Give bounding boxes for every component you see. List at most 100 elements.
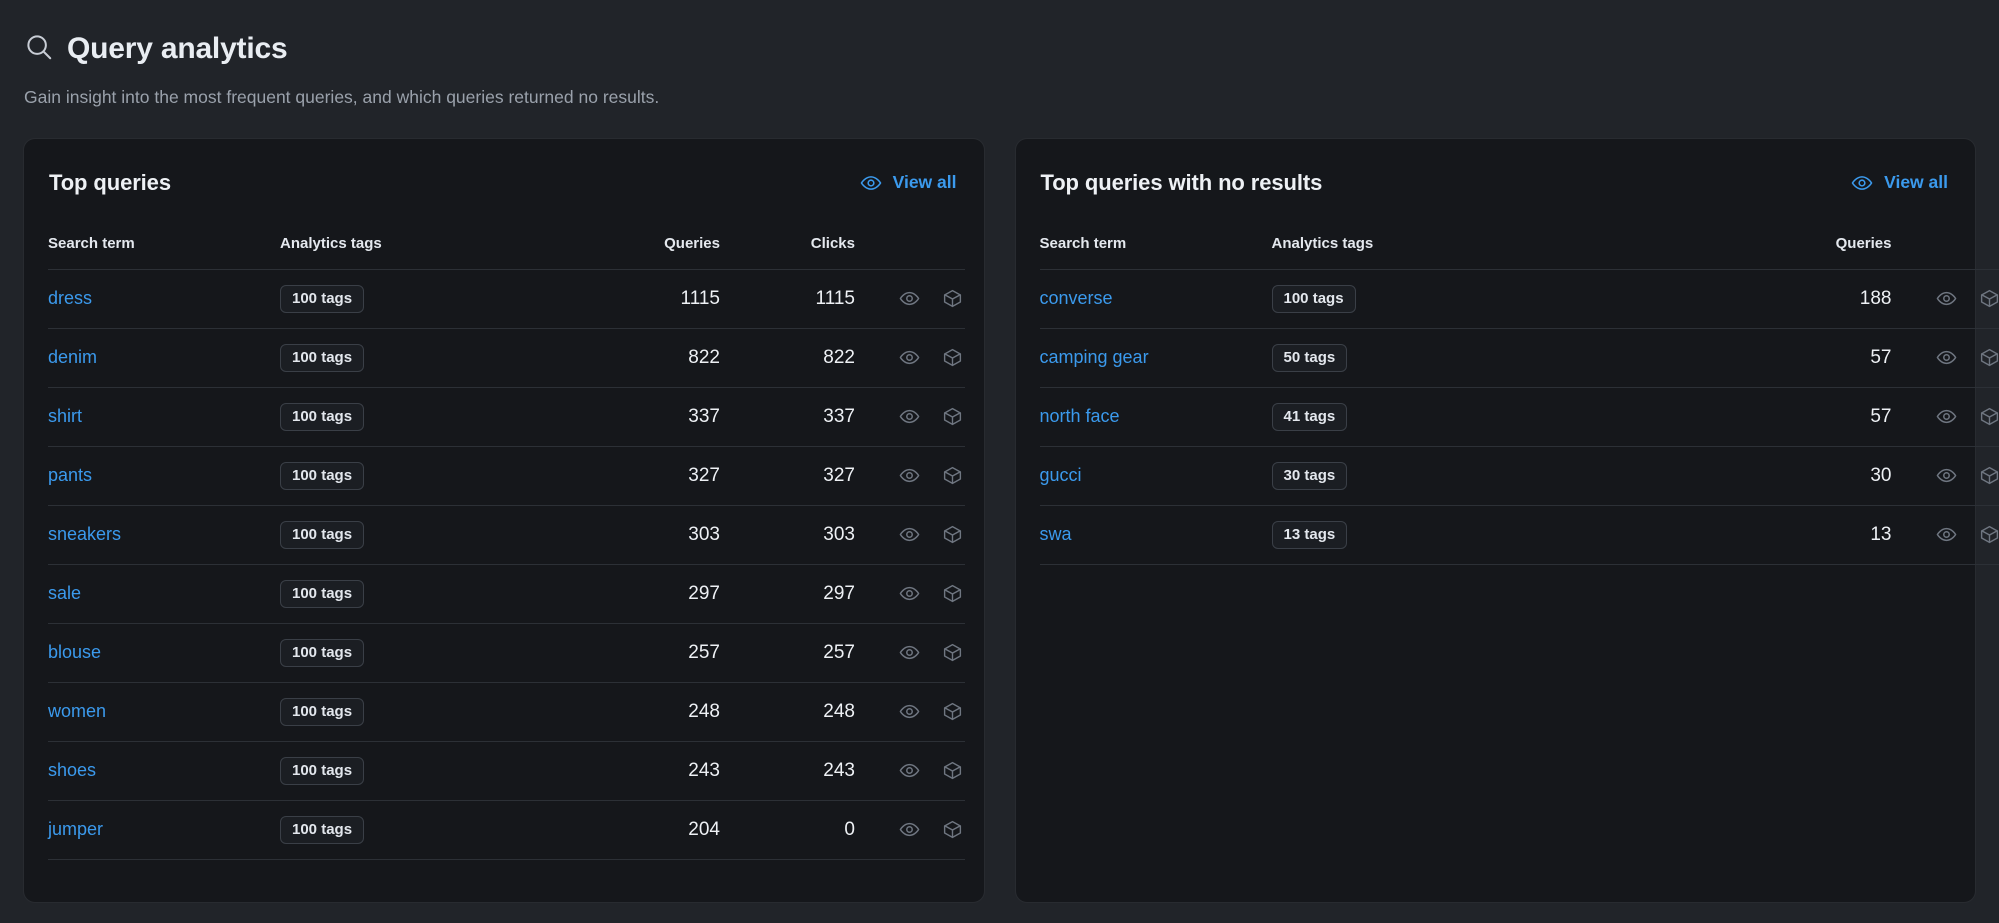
clicks-cell: 243 xyxy=(720,741,855,801)
view-all-label: View all xyxy=(892,172,957,193)
tags-badge[interactable]: 100 tags xyxy=(280,756,365,785)
package-icon[interactable] xyxy=(1979,288,1999,309)
eye-icon[interactable] xyxy=(899,819,920,840)
tags-badge[interactable]: 100 tags xyxy=(280,402,365,431)
search-term-link[interactable]: north face xyxy=(1040,406,1120,426)
tags-badge[interactable]: 30 tags xyxy=(1271,461,1348,490)
search-term-link[interactable]: blouse xyxy=(48,642,101,662)
search-term-link[interactable]: women xyxy=(48,701,106,721)
search-term-link[interactable]: camping gear xyxy=(1040,347,1149,367)
eye-icon[interactable] xyxy=(1936,288,1957,309)
view-all-link[interactable]: View all xyxy=(1849,168,1950,198)
analytics-tags-cell: 100 tags xyxy=(280,446,580,506)
eye-icon[interactable] xyxy=(899,347,920,368)
package-icon[interactable] xyxy=(942,465,963,486)
package-icon[interactable] xyxy=(942,642,963,663)
tags-badge[interactable]: 100 tags xyxy=(280,461,365,490)
queries-cell: 822 xyxy=(580,328,720,388)
search-term-link[interactable]: sneakers xyxy=(48,524,121,544)
cards-container: Top queries View all Search term Analyti… xyxy=(18,138,1999,902)
clicks-cell: 822 xyxy=(720,328,855,388)
eye-icon[interactable] xyxy=(899,288,920,309)
package-icon[interactable] xyxy=(942,583,963,604)
tags-badge[interactable]: 50 tags xyxy=(1271,343,1348,372)
no-results-table: Search term Analytics tags Queries conve… xyxy=(1039,226,1999,565)
eye-icon[interactable] xyxy=(899,406,920,427)
eye-icon[interactable] xyxy=(899,701,920,722)
queries-value: 30 xyxy=(1870,464,1892,486)
clicks-value: 0 xyxy=(844,818,855,840)
package-icon[interactable] xyxy=(942,524,963,545)
queries-cell: 248 xyxy=(580,682,720,742)
tags-badge[interactable]: 100 tags xyxy=(280,343,365,372)
row-actions-cell xyxy=(855,505,965,565)
package-icon[interactable] xyxy=(942,701,963,722)
column-header-clicks[interactable]: Clicks xyxy=(720,226,855,270)
search-term-cell: shoes xyxy=(48,741,280,801)
search-term-link[interactable]: shoes xyxy=(48,760,96,780)
clicks-value: 1115 xyxy=(815,287,855,309)
table-row: camping gear 50 tags 57 xyxy=(1039,328,1999,388)
tags-badge[interactable]: 100 tags xyxy=(280,284,365,313)
queries-value: 248 xyxy=(688,700,720,722)
row-actions xyxy=(855,583,965,604)
row-actions xyxy=(1892,406,1999,427)
queries-value: 303 xyxy=(688,523,720,545)
search-term-link[interactable]: dress xyxy=(48,288,92,308)
column-header-queries[interactable]: Queries xyxy=(1751,226,1892,270)
queries-value: 243 xyxy=(688,759,720,781)
clicks-cell: 248 xyxy=(720,682,855,742)
package-icon[interactable] xyxy=(1979,406,1999,427)
search-term-link[interactable]: sale xyxy=(48,583,81,603)
queries-cell: 57 xyxy=(1751,387,1892,447)
eye-icon[interactable] xyxy=(899,760,920,781)
tags-badge[interactable]: 100 tags xyxy=(280,697,365,726)
tags-badge[interactable]: 41 tags xyxy=(1271,402,1348,431)
queries-value: 297 xyxy=(688,582,720,604)
package-icon[interactable] xyxy=(942,760,963,781)
eye-icon[interactable] xyxy=(899,642,920,663)
queries-value: 57 xyxy=(1870,405,1892,427)
package-icon[interactable] xyxy=(942,347,963,368)
eye-icon[interactable] xyxy=(899,524,920,545)
package-icon[interactable] xyxy=(1979,465,1999,486)
queries-value: 337 xyxy=(688,405,720,427)
tags-badge[interactable]: 100 tags xyxy=(280,579,365,608)
column-header-queries[interactable]: Queries xyxy=(580,226,720,270)
search-term-link[interactable]: pants xyxy=(48,465,92,485)
search-term-link[interactable]: denim xyxy=(48,347,97,367)
tags-badge[interactable]: 100 tags xyxy=(280,520,365,549)
column-header-analytics-tags[interactable]: Analytics tags xyxy=(280,226,580,270)
package-icon[interactable] xyxy=(1979,524,1999,545)
search-term-link[interactable]: shirt xyxy=(48,406,82,426)
search-term-link[interactable]: converse xyxy=(1040,288,1113,308)
eye-icon[interactable] xyxy=(1936,406,1957,427)
tags-badge[interactable]: 13 tags xyxy=(1271,520,1348,549)
search-term-link[interactable]: swa xyxy=(1040,524,1072,544)
view-all-link[interactable]: View all xyxy=(858,168,959,198)
eye-icon xyxy=(860,172,882,194)
package-icon[interactable] xyxy=(1979,347,1999,368)
row-actions-cell xyxy=(855,623,965,683)
column-header-search-term[interactable]: Search term xyxy=(1039,226,1272,270)
column-header-search-term[interactable]: Search term xyxy=(48,226,280,270)
tags-badge[interactable]: 100 tags xyxy=(280,815,365,844)
queries-value: 13 xyxy=(1870,523,1892,545)
package-icon[interactable] xyxy=(942,819,963,840)
tags-badge[interactable]: 100 tags xyxy=(280,638,365,667)
eye-icon[interactable] xyxy=(1936,524,1957,545)
search-term-cell: jumper xyxy=(48,800,280,860)
tags-badge[interactable]: 100 tags xyxy=(1271,284,1356,313)
search-term-link[interactable]: jumper xyxy=(48,819,103,839)
eye-icon[interactable] xyxy=(1936,465,1957,486)
clicks-value: 248 xyxy=(823,700,855,722)
eye-icon[interactable] xyxy=(1936,347,1957,368)
column-header-analytics-tags[interactable]: Analytics tags xyxy=(1271,226,1752,270)
search-term-link[interactable]: gucci xyxy=(1040,465,1082,485)
eye-icon[interactable] xyxy=(899,465,920,486)
clicks-value: 257 xyxy=(823,641,855,663)
package-icon[interactable] xyxy=(942,406,963,427)
eye-icon[interactable] xyxy=(899,583,920,604)
package-icon[interactable] xyxy=(942,288,963,309)
row-actions-cell xyxy=(1891,328,1999,388)
